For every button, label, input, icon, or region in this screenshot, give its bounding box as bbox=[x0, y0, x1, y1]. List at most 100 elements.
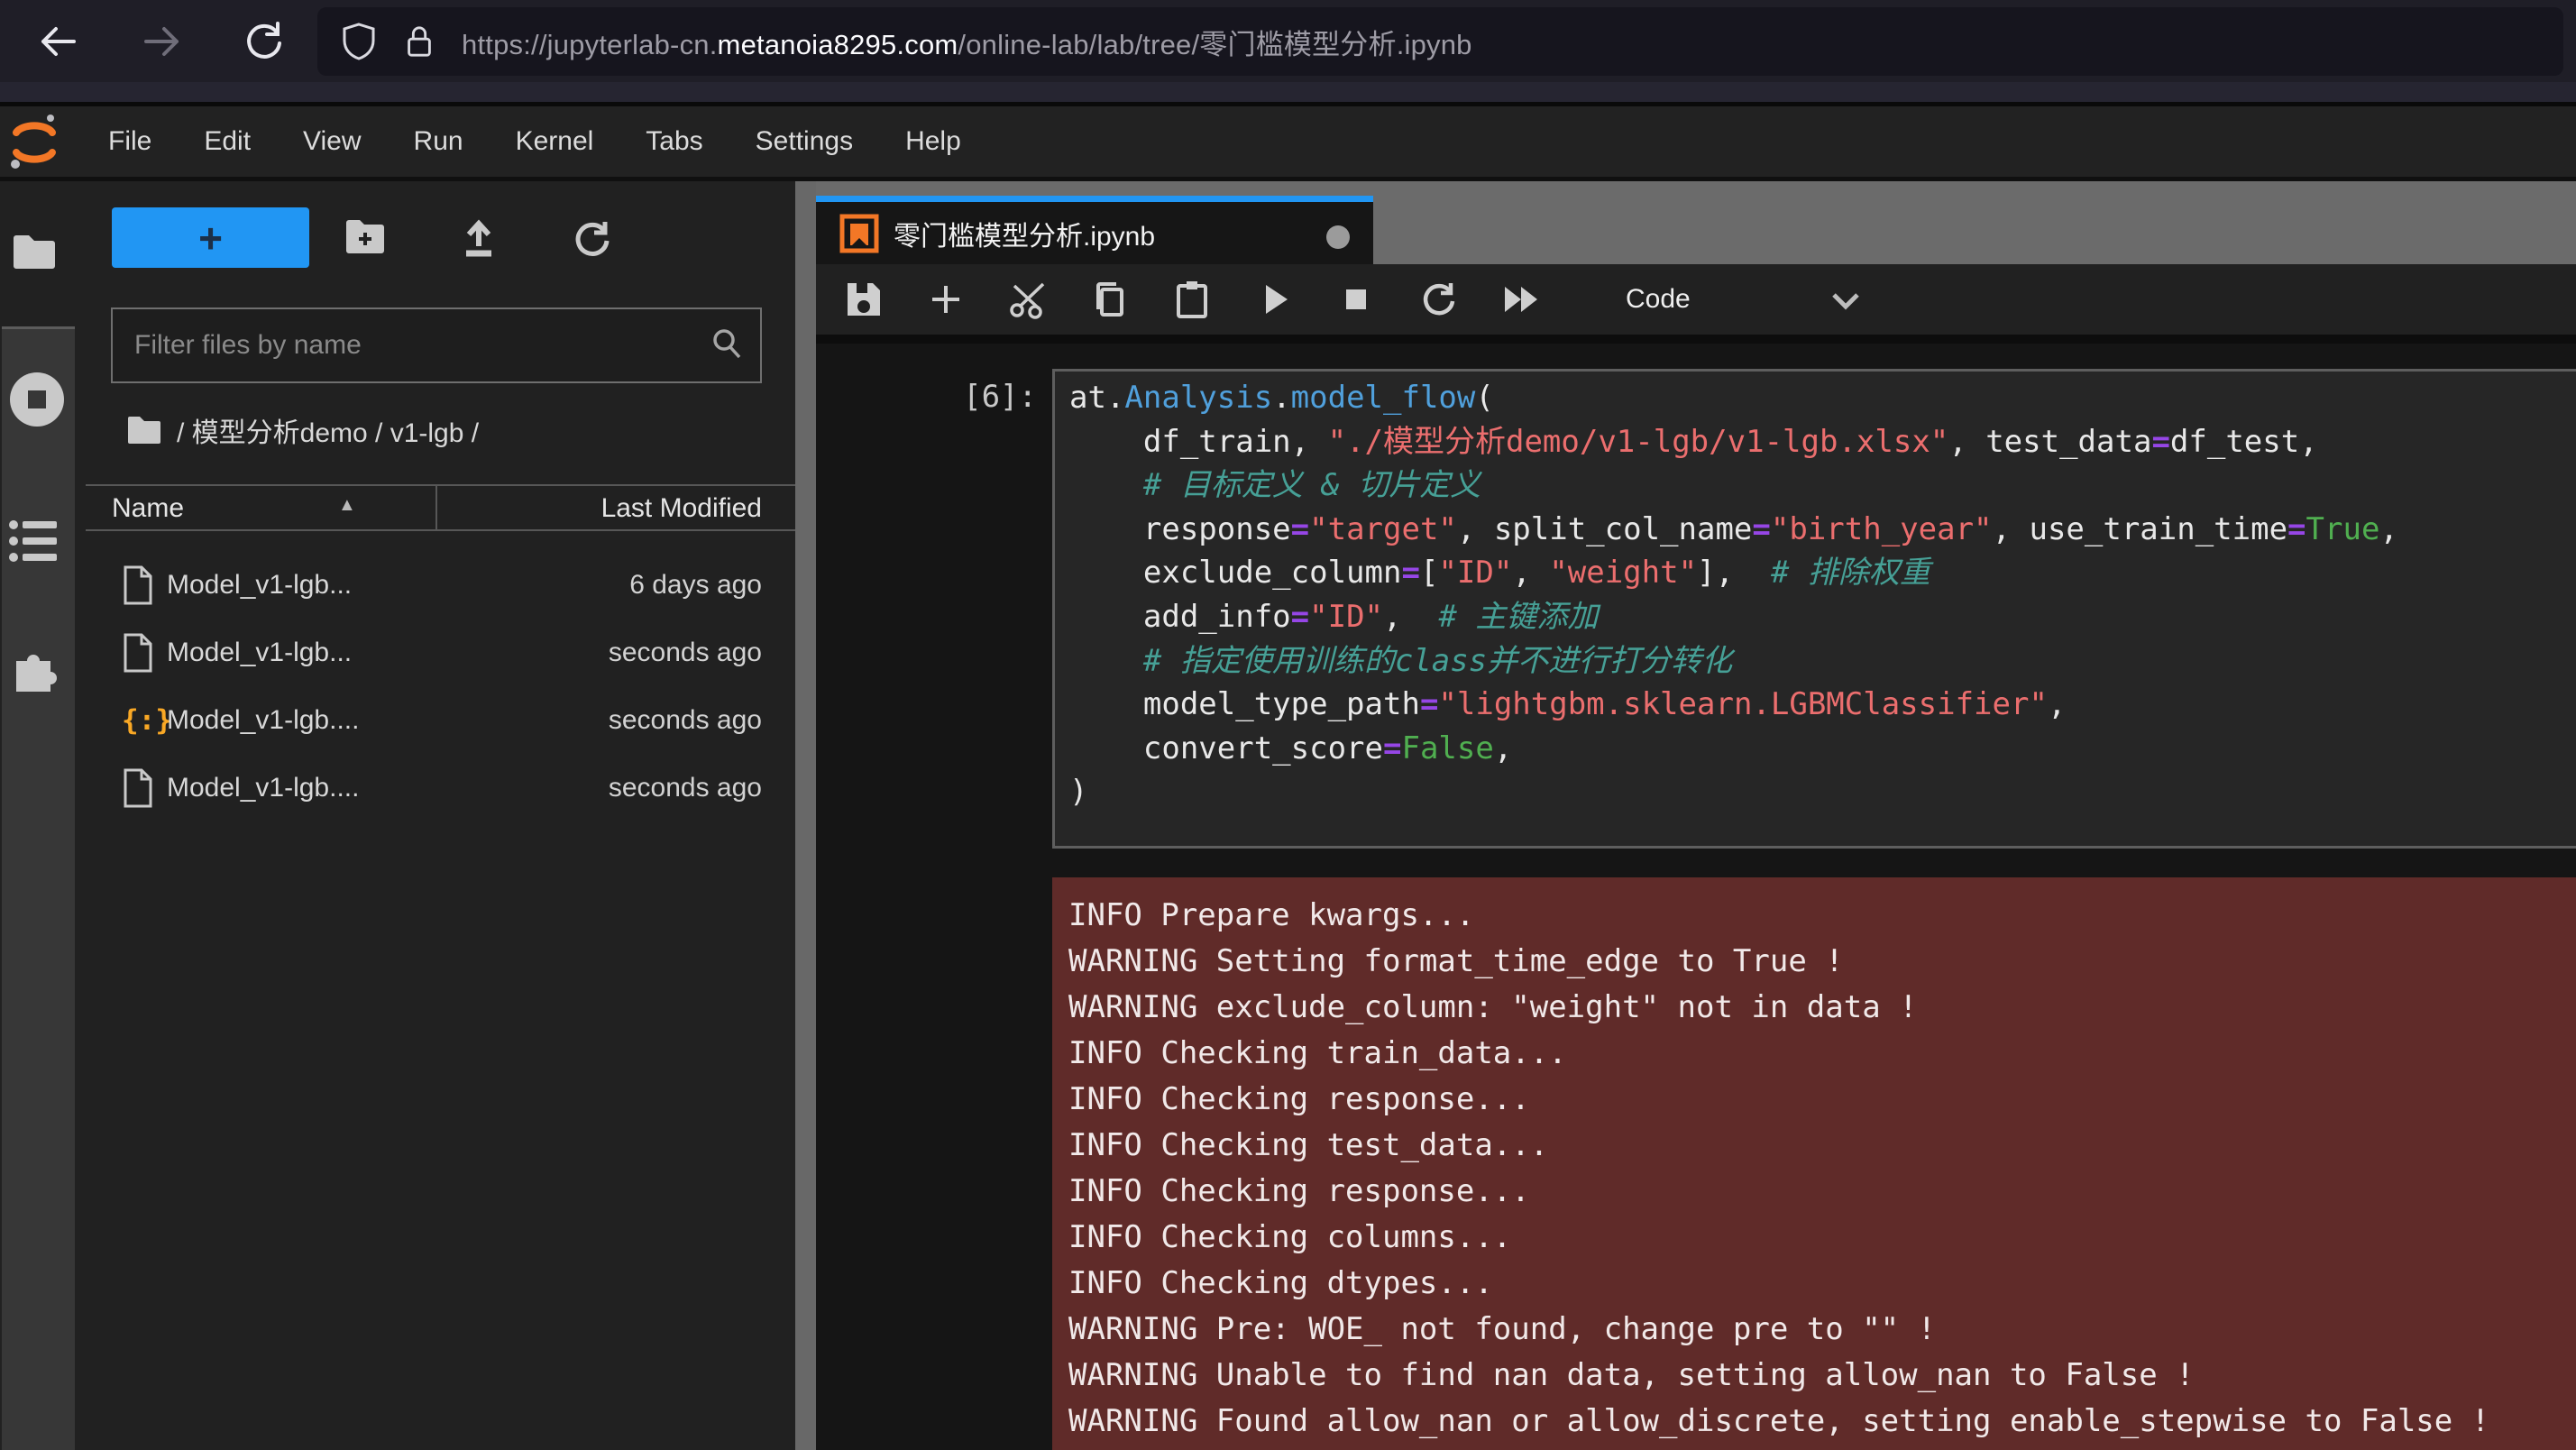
paste-cells-button[interactable] bbox=[1167, 274, 1217, 325]
file-modified: 6 days ago bbox=[629, 570, 762, 601]
code-line: ) bbox=[1069, 770, 2576, 814]
file-name: Model_v1-lgb... bbox=[167, 638, 352, 668]
file-icon bbox=[122, 565, 158, 605]
file-browser-icon[interactable] bbox=[11, 234, 58, 276]
file-modified: seconds ago bbox=[609, 705, 762, 736]
url-bar[interactable]: https://jupyterlab-cn.metanoia8295.com/o… bbox=[317, 7, 2563, 76]
column-modified[interactable]: Last Modified bbox=[601, 493, 762, 524]
menu-run[interactable]: Run bbox=[414, 106, 463, 177]
sort-ascending-icon: ▲ bbox=[338, 495, 356, 516]
interrupt-kernel-button[interactable] bbox=[1331, 274, 1381, 325]
output-line: INFO Checking test_data... bbox=[1068, 1123, 2576, 1169]
file-modified: seconds ago bbox=[609, 773, 762, 803]
output-line: WARNING Unable to find nan data, setting… bbox=[1068, 1353, 2576, 1399]
menu-items: File Edit View Run Kernel Tabs Settings Help bbox=[108, 106, 961, 177]
code-line: convert_score=False, bbox=[1069, 727, 2576, 771]
notebook-icon bbox=[839, 214, 879, 253]
cell-output-stderr: INFO Prepare kwargs...WARNING Setting fo… bbox=[1052, 877, 2576, 1450]
output-line: INFO Checking columns... bbox=[1068, 1215, 2576, 1261]
output-line: INFO Checking train_data... bbox=[1068, 1031, 2576, 1077]
chevron-down-icon[interactable] bbox=[1830, 289, 1861, 317]
cell-prompt: [6]: bbox=[816, 379, 1037, 415]
file-name: Model_v1-lgb.... bbox=[167, 705, 359, 736]
url-text: https://jupyterlab-cn.metanoia8295.com/o… bbox=[462, 22, 1472, 62]
cell-type-select[interactable]: Code bbox=[1626, 284, 1691, 315]
menu-bar: File Edit View Run Kernel Tabs Settings Help bbox=[0, 106, 2576, 181]
run-cell-button[interactable] bbox=[1249, 274, 1299, 325]
activity-bar bbox=[0, 181, 86, 1450]
tracking-shield-icon[interactable] bbox=[341, 23, 377, 60]
menu-view[interactable]: View bbox=[303, 106, 361, 177]
refresh-files-button[interactable] bbox=[570, 217, 613, 261]
file-list: Model_v1-lgb...6 days agoModel_v1-lgb...… bbox=[86, 551, 795, 821]
menu-edit[interactable]: Edit bbox=[204, 106, 251, 177]
code-line: # 目标定义 & 切片定义 bbox=[1069, 463, 2576, 508]
browser-back-button[interactable] bbox=[34, 20, 78, 63]
search-icon bbox=[710, 326, 744, 365]
code-line: model_type_path="lightgbm.sklearn.LGBMCl… bbox=[1069, 683, 2576, 727]
copy-cells-button[interactable] bbox=[1085, 274, 1135, 325]
new-launcher-button[interactable]: + bbox=[112, 207, 309, 268]
code-line: add_info="ID", # 主键添加 bbox=[1069, 595, 2576, 639]
output-line: INFO Prepare kwargs... bbox=[1068, 893, 2576, 939]
file-browser-panel: + / 模型分析demo / v1-lgb / Name ▲ Last Modi… bbox=[86, 181, 795, 1450]
tab-notebook[interactable]: 零门槛模型分析.ipynb bbox=[816, 196, 1373, 264]
breadcrumb-path: / 模型分析demo / v1-lgb / bbox=[177, 410, 479, 450]
restart-kernel-button[interactable] bbox=[1413, 274, 1463, 325]
browser-chrome: https://jupyterlab-cn.metanoia8295.com/o… bbox=[0, 0, 2576, 82]
menu-kernel[interactable]: Kernel bbox=[516, 106, 594, 177]
code-line: at.Analysis.model_flow( bbox=[1069, 376, 2576, 420]
jupyter-logo-icon bbox=[9, 112, 60, 171]
cut-cells-button[interactable] bbox=[1003, 274, 1053, 325]
chrome-bottom-band bbox=[0, 82, 2576, 102]
output-line: INFO Checking dtypes... bbox=[1068, 1261, 2576, 1307]
output-line: WARNING Found allow_nan or allow_discret… bbox=[1068, 1399, 2576, 1445]
menu-file[interactable]: File bbox=[108, 106, 151, 177]
menu-tabs[interactable]: Tabs bbox=[646, 106, 702, 177]
screen: https://jupyterlab-cn.metanoia8295.com/o… bbox=[0, 0, 2576, 1450]
file-row[interactable]: Model_v1-lgb....seconds ago bbox=[86, 754, 795, 821]
output-line: INFO Checking response... bbox=[1068, 1077, 2576, 1123]
insert-cell-button[interactable] bbox=[921, 274, 971, 325]
save-button[interactable] bbox=[839, 274, 889, 325]
breadcrumb[interactable]: / 模型分析demo / v1-lgb / bbox=[126, 408, 479, 452]
file-name: Model_v1-lgb... bbox=[167, 570, 352, 601]
file-modified: seconds ago bbox=[609, 638, 762, 668]
extensions-icon[interactable] bbox=[11, 643, 60, 696]
output-line: WARNING exclude_column: "weight" not in … bbox=[1068, 985, 2576, 1031]
browser-forward-button[interactable] bbox=[142, 20, 186, 63]
output-line: INFO Checking response... bbox=[1068, 1169, 2576, 1215]
browser-reload-button[interactable] bbox=[242, 20, 285, 63]
output-line: WARNING Pre: WOE_ not found, change pre … bbox=[1068, 1307, 2576, 1353]
menu-settings[interactable]: Settings bbox=[756, 106, 853, 177]
tab-title: 零门槛模型分析.ipynb bbox=[894, 214, 1155, 253]
panel-splitter[interactable] bbox=[795, 181, 816, 1450]
notebook-area[interactable]: [6]: at.Analysis.model_flow( df_train, "… bbox=[816, 344, 2576, 1450]
file-row[interactable]: Model_v1-lgb... 6 days ago bbox=[86, 551, 795, 619]
filter-files-box[interactable] bbox=[111, 307, 762, 383]
file-row[interactable]: Model_v1-lgb... seconds ago bbox=[86, 619, 795, 686]
new-launcher-plus: + bbox=[198, 214, 223, 262]
upload-button[interactable] bbox=[457, 217, 500, 261]
unsaved-dot-icon[interactable] bbox=[1326, 225, 1350, 249]
folder-icon bbox=[126, 415, 162, 445]
lock-icon[interactable] bbox=[402, 23, 436, 60]
file-row[interactable]: {:} Model_v1-lgb.... seconds ago bbox=[86, 686, 795, 754]
activity-bar-lower bbox=[2, 326, 75, 1450]
column-name[interactable]: Name bbox=[112, 493, 184, 524]
code-line: response="target", split_col_name="birth… bbox=[1069, 508, 2576, 552]
table-of-contents-icon[interactable] bbox=[9, 519, 60, 567]
code-line: # 指定使用训练的class并不进行打分转化 bbox=[1069, 639, 2576, 684]
code-line: df_train, "./模型分析demo/v1-lgb/v1-lgb.xlsx… bbox=[1069, 420, 2576, 464]
json-file-icon: {:} bbox=[122, 701, 158, 740]
restart-run-all-button[interactable] bbox=[1495, 274, 1545, 325]
column-divider bbox=[435, 486, 437, 529]
file-icon bbox=[122, 633, 158, 673]
filter-files-input[interactable] bbox=[113, 330, 710, 361]
output-line: WARNING Setting format_time_edge to True… bbox=[1068, 939, 2576, 985]
code-cell-editor[interactable]: at.Analysis.model_flow( df_train, "./模型分… bbox=[1052, 369, 2576, 849]
running-kernels-icon[interactable] bbox=[8, 371, 66, 433]
notebook-toolbar: Code bbox=[816, 264, 2576, 344]
menu-help[interactable]: Help bbox=[905, 106, 961, 177]
new-folder-button[interactable] bbox=[344, 217, 387, 261]
